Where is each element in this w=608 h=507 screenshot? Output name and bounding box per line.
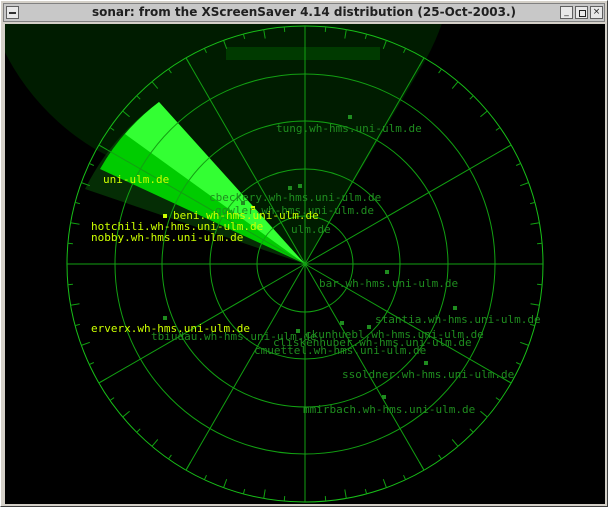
host-blip <box>424 361 428 365</box>
host-blip <box>298 184 302 188</box>
tick-mark <box>122 410 130 418</box>
tick-mark <box>520 341 529 346</box>
host-blip <box>382 395 386 399</box>
tick-mark <box>74 323 81 327</box>
tick-mark <box>503 144 512 150</box>
tick-mark <box>520 182 529 187</box>
tick-mark <box>529 201 536 205</box>
tick-mark <box>451 81 459 89</box>
tick-mark <box>364 488 368 495</box>
host-label: mmirbach.wh-hms.uni-ulm.de <box>303 403 475 416</box>
tick-mark <box>136 428 141 433</box>
tick-mark <box>419 462 425 471</box>
tick-mark <box>203 474 207 480</box>
close-button[interactable]: × <box>590 6 603 19</box>
tick-mark <box>495 127 501 131</box>
tick-mark <box>70 303 80 306</box>
window-title: sonar: from the XScreenSaver 4.14 distri… <box>91 5 517 19</box>
tick-mark <box>515 162 521 166</box>
minimize-button[interactable]: _ <box>560 6 573 19</box>
host-blip <box>385 270 389 274</box>
host-label: ssoldner.wh-hms.uni-ulm.de <box>342 368 514 381</box>
host-blip <box>340 321 344 325</box>
tick-mark <box>344 489 347 499</box>
host-label: nobby.wh-hms.uni-ulm.de <box>91 231 243 244</box>
sonar-canvas: tung.wh-hms.uni-ulm.de uni-ulm.de cbecke… <box>5 24 544 503</box>
tick-mark <box>530 222 540 225</box>
host-label: ulm.de <box>291 223 331 236</box>
sweep-top-band <box>226 47 380 60</box>
host-blip <box>163 214 167 218</box>
tick-mark <box>469 428 474 433</box>
host-label: uni-ulm.de <box>103 173 169 186</box>
tick-mark <box>480 410 488 418</box>
tick-mark <box>451 439 459 447</box>
host-label: stantia.wh-hms.uni-ulm.de <box>375 313 541 326</box>
screensaver-window: sonar: from the XScreenSaver 4.14 distri… <box>0 0 608 507</box>
sonar-display: tung.wh-hms.uni-ulm.de uni-ulm.de cbecke… <box>5 24 605 504</box>
tick-mark <box>89 362 95 366</box>
title-bar[interactable]: sonar: from the XScreenSaver 4.14 distri… <box>3 3 605 22</box>
maximize-button[interactable] <box>575 6 588 19</box>
tick-mark <box>403 474 407 480</box>
tick-mark <box>109 397 115 401</box>
tick-mark <box>70 222 80 225</box>
tick-mark <box>168 454 172 460</box>
host-blip <box>348 115 352 119</box>
maximize-icon <box>579 10 586 17</box>
tick-mark <box>530 303 540 306</box>
tick-mark <box>151 439 159 447</box>
host-label: tung.wh-hms.uni-ulm.de <box>276 122 422 135</box>
tick-mark <box>81 341 90 346</box>
tick-mark <box>480 110 488 118</box>
window-menu-button[interactable] <box>6 6 19 19</box>
tick-mark <box>185 462 191 471</box>
tick-mark <box>469 95 474 100</box>
tick-mark <box>495 397 501 401</box>
host-label: cmuettel.wh-hms.uni-ulm.de <box>254 344 426 357</box>
tick-mark <box>89 162 95 166</box>
tick-mark <box>98 378 107 384</box>
host-blip <box>163 316 167 320</box>
host-label: cbeckery.wh-hms.uni-ulm.de <box>209 191 381 204</box>
host-label: bar.wh-hms.uni-ulm.de <box>319 277 458 290</box>
tick-mark <box>263 489 266 499</box>
tick-mark <box>223 479 228 488</box>
tick-mark <box>438 454 442 460</box>
tick-mark <box>382 479 387 488</box>
tick-mark <box>515 362 521 366</box>
host-blip <box>288 186 292 190</box>
menu-icon <box>9 12 16 14</box>
tick-mark <box>438 68 442 74</box>
host-blip <box>453 306 457 310</box>
radial-spoke <box>185 263 306 471</box>
tick-mark <box>242 488 246 495</box>
tick-mark <box>74 201 81 205</box>
